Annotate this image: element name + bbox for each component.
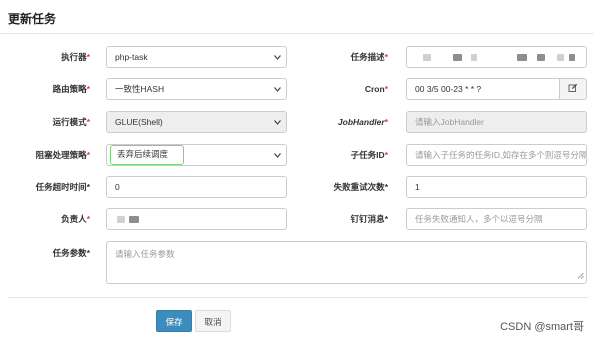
block-strategy-label: 阻塞处理策略* (35, 150, 90, 160)
cron-edit-button[interactable] (560, 78, 587, 100)
child-job-label: 子任务ID* (350, 150, 388, 160)
cron-label: Cron* (364, 84, 388, 94)
desc-input[interactable] (406, 46, 587, 68)
footer-divider (8, 297, 588, 298)
chevron-down-icon (274, 153, 281, 158)
params-label: 任务参数* (52, 248, 90, 258)
resize-handle-icon[interactable] (577, 271, 584, 281)
retry-input[interactable]: 1 (406, 176, 587, 198)
child-job-input[interactable]: 请输入子任务的任务ID,如存在多个则逗号分隔 (406, 144, 587, 166)
run-mode-label: 运行模式* (52, 117, 90, 127)
executor-label: 执行器* (61, 52, 90, 62)
params-textarea[interactable]: 请输入任务参数 (106, 241, 587, 284)
chevron-down-icon (274, 55, 281, 60)
run-mode-select[interactable]: GLUE(Shell) (106, 111, 287, 133)
header-divider (0, 33, 594, 34)
job-handler-input[interactable]: 请输入JobHandler (406, 111, 587, 133)
owner-input[interactable] (106, 208, 287, 230)
dingtalk-label: 钉钉消息* (350, 214, 388, 224)
executor-select[interactable]: php-task (106, 46, 287, 68)
owner-label: 负责人* (61, 214, 90, 224)
watermark: CSDN @smart哥 (500, 321, 584, 333)
save-button[interactable]: 保存 (156, 310, 192, 332)
timeout-input[interactable]: 0 (106, 176, 287, 198)
edit-icon (568, 83, 578, 95)
desc-label: 任务描述* (350, 52, 388, 62)
timeout-label: 任务超时时间* (35, 182, 90, 192)
cancel-button[interactable]: 取消 (195, 310, 231, 332)
route-select[interactable]: 一致性HASH (106, 78, 287, 100)
chevron-down-icon (274, 120, 281, 125)
dingtalk-input[interactable]: 任务失败通知人，多个以逗号分隔 (406, 208, 587, 230)
retry-label: 失败重试次数* (333, 182, 388, 192)
route-label: 路由策略* (52, 84, 90, 94)
dialog-title: 更新任务 (8, 12, 57, 26)
chevron-down-icon (274, 87, 281, 92)
job-handler-label: JobHandler* (337, 117, 388, 127)
cron-input[interactable]: 00 3/5 00-23 * * ? (406, 78, 560, 100)
block-strategy-value: 丢弃后续调度 (110, 145, 184, 165)
